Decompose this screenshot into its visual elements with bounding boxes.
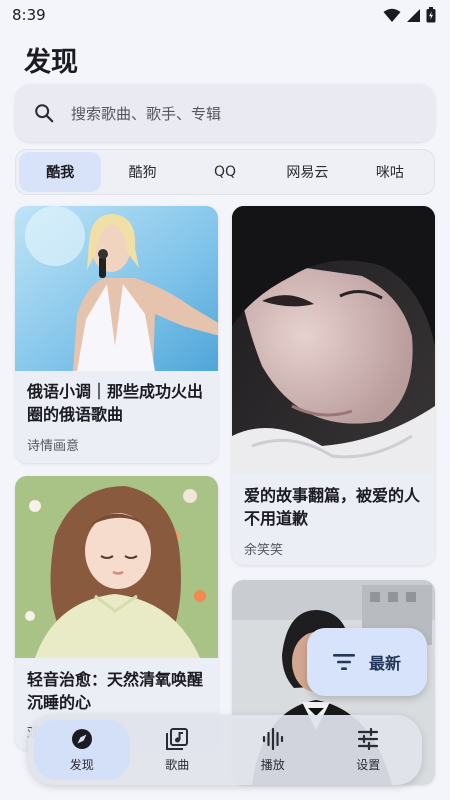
battery-icon	[426, 7, 436, 23]
nav-songs-label: 歌曲	[165, 758, 190, 772]
bottom-navigation: 发现 歌曲 播放 设置	[28, 715, 422, 785]
nav-playing-label: 播放	[260, 758, 285, 772]
playlist-title: 轻音治愈：天然清氧唤醒沉睡的心	[27, 670, 204, 712]
search-input[interactable]: 搜索歌曲、歌手、专辑	[71, 103, 221, 124]
playlist-cover-image	[15, 476, 218, 658]
nav-discover-label: 发现	[69, 758, 94, 772]
playlist-author: 余笑笑	[244, 543, 284, 558]
page-title: 发现	[24, 47, 78, 78]
playlist-cover-image	[232, 206, 435, 474]
playlist-author: 诗情画意	[27, 439, 80, 454]
tab-kugou[interactable]: 酷狗	[101, 152, 183, 192]
status-icons	[383, 7, 436, 23]
playlist-title: 俄语小调｜那些成功火出圈的俄语歌曲	[27, 382, 204, 424]
playlist-title: 爱的故事翻篇，被爱的人不用道歉	[244, 486, 421, 528]
nav-playing[interactable]: 播放	[225, 720, 321, 780]
sliders-icon	[358, 727, 379, 751]
playlist-card[interactable]: 俄语小调｜那些成功火出圈的俄语歌曲 诗情画意	[15, 206, 218, 463]
search-icon	[35, 104, 54, 123]
status-bar: 8:39	[0, 0, 450, 32]
tab-qq[interactable]: QQ	[184, 152, 266, 192]
playlist-card[interactable]: 爱的故事翻篇，被爱的人不用道歉 余笑笑	[232, 206, 435, 565]
waveform-icon	[262, 727, 283, 751]
sort-latest-label: 最新	[368, 654, 401, 673]
nav-settings-label: 设置	[356, 758, 381, 772]
music-library-icon	[166, 728, 189, 750]
compass-icon	[71, 729, 92, 749]
sort-latest-button[interactable]: 最新	[307, 628, 427, 696]
wifi-icon	[383, 8, 401, 22]
filter-icon	[332, 654, 355, 670]
nav-songs[interactable]: 歌曲	[130, 720, 226, 780]
search-bar[interactable]: 搜索歌曲、歌手、专辑	[15, 84, 435, 142]
status-time: 8:39	[12, 6, 46, 24]
nav-discover[interactable]: 发现	[34, 720, 130, 780]
playlist-card[interactable]: 轻音治愈：天然清氧唤醒沉睡的心 观	[15, 476, 218, 750]
tab-netease[interactable]: 网易云	[266, 152, 348, 192]
playlist-cover-image	[15, 206, 218, 371]
nav-settings[interactable]: 设置	[321, 720, 417, 780]
source-tabs: 酷我 酷狗 QQ 网易云 咪咕	[15, 149, 435, 195]
signal-icon	[407, 8, 420, 22]
tab-migu[interactable]: 咪咕	[349, 152, 431, 192]
tab-kuwo[interactable]: 酷我	[19, 152, 102, 192]
